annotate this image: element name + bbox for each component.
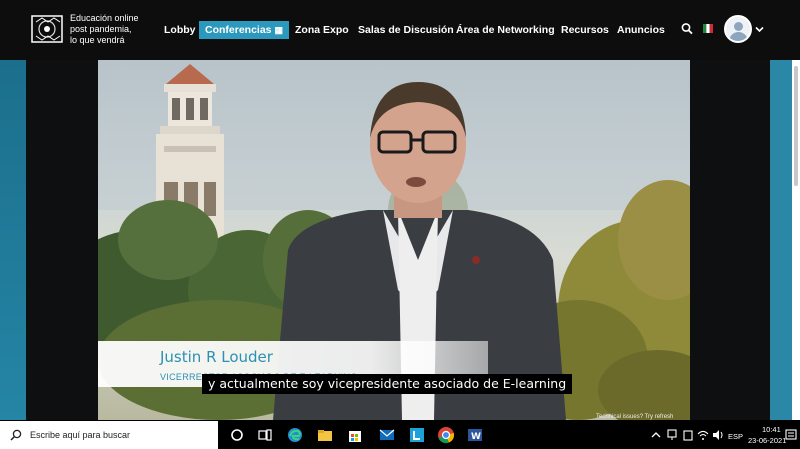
lens-icon[interactable] [408, 426, 426, 444]
word-icon[interactable]: W [466, 426, 484, 444]
svg-text:W: W [471, 432, 481, 442]
network-icon[interactable] [666, 428, 678, 442]
event-title: Educación online post pandemia, lo que v… [70, 13, 150, 46]
nav-label: Recursos [561, 24, 609, 36]
video-subtitle: y actualmente soy vicepresidente asociad… [202, 374, 573, 394]
event-title-line: post pandemia, [70, 24, 132, 34]
clock-time[interactable]: 10:41 [762, 425, 781, 434]
volume-icon[interactable] [712, 428, 724, 442]
nav-label-text: Conferencias [205, 24, 272, 36]
avatar-body [729, 32, 748, 41]
nav-item-area-de-networking[interactable]: Área de Networking [456, 21, 555, 39]
wifi-icon[interactable] [697, 428, 709, 442]
video-player[interactable]: Justin R Louder VICERRECTOR ASOCIADO DE … [98, 60, 690, 420]
chevron-down-icon[interactable] [755, 26, 764, 33]
avatar-head [734, 22, 743, 31]
notifications-icon[interactable] [785, 428, 797, 442]
edge-icon[interactable] [286, 426, 304, 444]
taskbar-search-box[interactable]: Escribe aquí para buscar [0, 421, 218, 449]
nav-label: Zona Expo [295, 24, 349, 36]
file-explorer-icon[interactable] [316, 426, 334, 444]
task-view-icon[interactable] [256, 426, 274, 444]
nav-label: Anuncios [617, 24, 665, 36]
cortana-icon[interactable] [228, 426, 246, 444]
chrome-icon[interactable] [437, 426, 455, 444]
nav-item-salas-de-discusion[interactable]: Salas de Discusión [358, 21, 454, 39]
user-avatar[interactable] [724, 15, 752, 43]
nav-item-zona-expo[interactable]: Zona Expo [295, 21, 349, 39]
nav-item-anuncios[interactable]: Anuncios [617, 21, 665, 39]
event-logo-icon[interactable] [30, 10, 66, 48]
clock-date[interactable]: 23-06-2021 [748, 436, 786, 445]
top-navigation-bar: Educación online post pandemia, lo que v… [0, 0, 800, 60]
battery-icon[interactable] [682, 428, 694, 442]
mail-icon[interactable] [378, 426, 396, 444]
search-icon[interactable] [681, 22, 693, 36]
nav-label: Conferencias ▦ [199, 21, 289, 39]
nav-label: Salas de Discusión [358, 24, 454, 36]
nav-item-recursos[interactable]: Recursos [561, 21, 609, 39]
left-panel-edge [0, 60, 26, 420]
store-icon[interactable] [346, 426, 364, 444]
event-title-line: Educación online [70, 13, 139, 23]
nav-item-conferencias[interactable]: Conferencias ▦ [199, 21, 289, 39]
event-title-line: lo que vendrá [70, 35, 125, 45]
search-icon [10, 429, 22, 441]
chevron-up-icon[interactable] [650, 429, 662, 441]
scrollbar-thumb[interactable] [794, 66, 798, 186]
search-placeholder: Escribe aquí para buscar [30, 430, 131, 440]
speaker-name: Justin R Louder [160, 348, 273, 366]
nav-label: Lobby [164, 24, 196, 36]
nav-label: Área de Networking [456, 24, 555, 36]
flag-icon[interactable] [703, 22, 713, 36]
nav-item-lobby[interactable]: Lobby [164, 21, 196, 39]
language-indicator[interactable]: ESP [728, 432, 743, 441]
calendar-icon: ▦ [274, 25, 283, 35]
